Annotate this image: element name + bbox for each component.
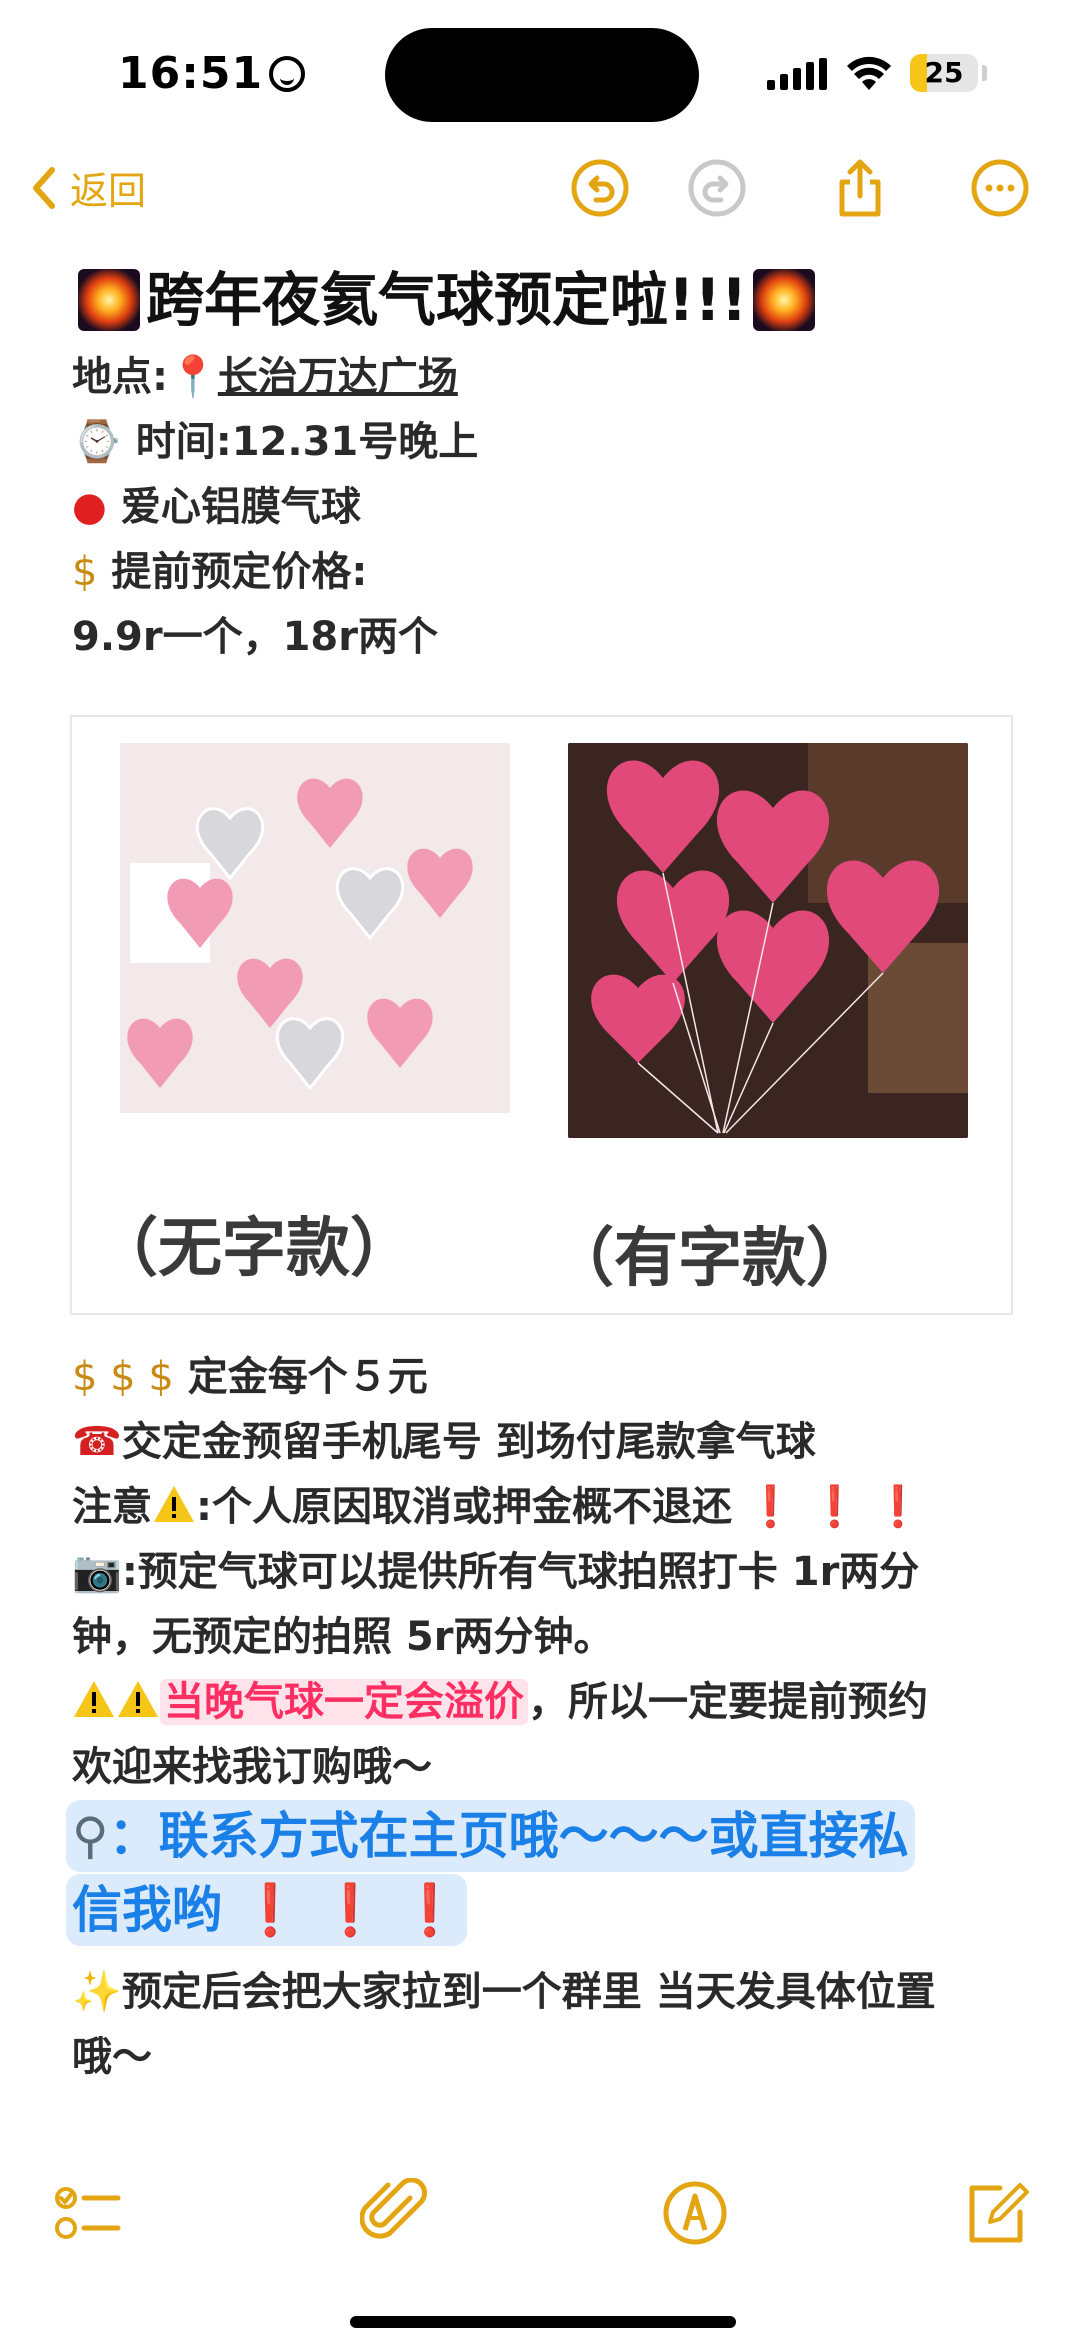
- deposit-line: $ $ $ 定金每个５元: [72, 1345, 1032, 1410]
- exclamation-icons: ❗ ❗ ❗: [222, 1881, 461, 1939]
- telephone-icon: ☎: [72, 1419, 122, 1465]
- more-icon[interactable]: [970, 158, 1030, 218]
- balloon-image[interactable]: （无字款） （有字款）: [70, 715, 1013, 1315]
- warning-icon: [118, 1681, 158, 1717]
- cellular-signal-icon: [767, 58, 827, 90]
- time-text: 时间:12.31号晚上: [135, 419, 479, 465]
- contact-line-1: ⚲：联系方式在主页哦～～～或直接私: [66, 1800, 986, 1872]
- photo-text-1: :预定气球可以提供所有气球拍照打卡 1r两分: [121, 1549, 920, 1595]
- price-warning-highlight: 当晚气球一定会溢价: [160, 1679, 528, 1725]
- status-time: 16:51: [118, 48, 306, 99]
- status-bar: 16:51 25: [0, 0, 1080, 150]
- money-bag-icon: $: [72, 549, 98, 595]
- photo-text-balloons: [568, 743, 968, 1138]
- note-details: $ $ $ 定金每个５元 ☎交定金预留手机尾号 到场付尾款拿气球 注意 :个人原因…: [72, 1345, 1032, 1800]
- group-info: ✨预定后会把大家拉到一个群里 当天发具体位置 哦～: [72, 1960, 1032, 2090]
- camera-icon: 📷: [72, 1549, 122, 1595]
- price-label: 提前预定价格:: [111, 549, 368, 595]
- welcome-line: 欢迎来找我订购哦～: [72, 1735, 1032, 1800]
- contact-text-1-value: ：联系方式在主页哦～～～或直接私: [108, 1807, 909, 1865]
- contact-text-2-value: 信我哟: [72, 1881, 222, 1939]
- balloon-icon: ●: [72, 484, 107, 530]
- pin-icon: 📍: [168, 354, 218, 400]
- exclamation-icons: ❗ ❗ ❗: [732, 1484, 924, 1530]
- chevron-left-icon: [33, 166, 55, 209]
- price-warning-rest: ，所以一定要提前预约: [528, 1679, 928, 1725]
- satellite-icon: ⚲: [72, 1807, 109, 1865]
- price-value: 9.9r一个，18r两个: [72, 614, 438, 660]
- firework-icon: [78, 269, 140, 331]
- contact-text-2: 信我哟 ❗ ❗ ❗: [66, 1874, 467, 1946]
- markup-pen-icon[interactable]: [660, 2178, 730, 2248]
- money-bag-icon: $ $ $: [72, 1354, 174, 1400]
- group-text-2: 哦～: [72, 2034, 152, 2080]
- notice-prefix: 注意: [72, 1484, 152, 1530]
- price-warning-line: 当晚气球一定会溢价 ，所以一定要提前预约: [72, 1670, 1032, 1735]
- price-label-line: $ 提前预定价格:: [72, 540, 1022, 605]
- item-text: 爱心铝膜气球: [120, 484, 361, 530]
- firework-icon: [753, 269, 816, 331]
- welcome-text: 欢迎来找我订购哦～: [72, 1744, 432, 1790]
- group-text-1: 预定后会把大家拉到一个群里 当天发具体位置: [121, 1969, 936, 2015]
- battery-cap: [982, 65, 987, 81]
- watch-icon: ⌚: [72, 419, 122, 465]
- group-line-2: 哦～: [72, 2025, 1032, 2090]
- note-title-row: 跨年夜氦气球预定啦!!!: [72, 255, 1022, 345]
- item-line: ● 爱心铝膜气球: [72, 475, 1022, 540]
- deposit-text: 定金每个５元: [187, 1354, 428, 1400]
- home-indicator[interactable]: [350, 2316, 736, 2328]
- warning-icon: [154, 1486, 194, 1522]
- contact-line-2: 信我哟 ❗ ❗ ❗: [66, 1874, 986, 1946]
- dynamic-island: [385, 28, 699, 122]
- photo-no-text-balloons: [120, 743, 510, 1113]
- battery-icon: 25: [910, 54, 978, 92]
- phone-line: ☎交定金预留手机尾号 到场付尾款拿气球: [72, 1410, 1032, 1475]
- note-body[interactable]: 跨年夜氦气球预定啦!!! 地点:📍长治万达广场 ⌚ 时间:12.31号晚上 ● …: [72, 255, 1022, 670]
- location-value: 长治万达广场: [217, 354, 458, 400]
- share-icon[interactable]: [830, 158, 890, 218]
- location-line: 地点:📍长治万达广场: [72, 345, 1022, 410]
- back-button[interactable]: 返回: [30, 160, 146, 215]
- nav-bar: 返回: [0, 150, 1080, 240]
- notice-line: 注意 :个人原因取消或押金概不退还 ❗ ❗ ❗: [72, 1475, 1032, 1540]
- location-label: 地点:: [72, 354, 168, 400]
- wifi-icon: [847, 56, 891, 90]
- status-time-text: 16:51: [118, 48, 264, 99]
- redo-icon[interactable]: [687, 158, 747, 218]
- photo-line-2: 钟，无预定的拍照 5r两分钟。: [72, 1605, 1032, 1670]
- contact-block: ⚲：联系方式在主页哦～～～或直接私 信我哟 ❗ ❗ ❗: [66, 1800, 986, 1946]
- sparkles-icon: ✨: [72, 1969, 122, 2015]
- photo-text-2: 钟，无预定的拍照 5r两分钟。: [72, 1614, 614, 1660]
- contact-text-1: ⚲：联系方式在主页哦～～～或直接私: [66, 1800, 915, 1872]
- caption-with-text: （有字款）: [550, 1222, 870, 1296]
- price-value-line: 9.9r一个，18r两个: [72, 605, 1022, 670]
- back-label: 返回: [70, 169, 147, 213]
- time-line: ⌚ 时间:12.31号晚上: [72, 410, 1022, 475]
- battery-percent: 25: [924, 56, 964, 89]
- caption-no-text: （无字款）: [94, 1212, 414, 1286]
- phone-text: 交定金预留手机尾号 到场付尾款拿气球: [121, 1419, 816, 1465]
- photo-line-1: 📷:预定气球可以提供所有气球拍照打卡 1r两分: [72, 1540, 1032, 1605]
- note-title: 跨年夜氦气球预定啦!!!: [146, 266, 748, 334]
- paperclip-icon[interactable]: [360, 2178, 430, 2248]
- focus-smile-icon: [269, 56, 306, 92]
- notice-text: :个人原因取消或押金概不退还: [196, 1484, 732, 1530]
- warning-icon: [74, 1681, 114, 1717]
- undo-icon[interactable]: [570, 158, 630, 218]
- group-line-1: ✨预定后会把大家拉到一个群里 当天发具体位置: [72, 1960, 1032, 2025]
- checklist-icon[interactable]: [52, 2178, 122, 2248]
- compose-icon[interactable]: [962, 2178, 1032, 2248]
